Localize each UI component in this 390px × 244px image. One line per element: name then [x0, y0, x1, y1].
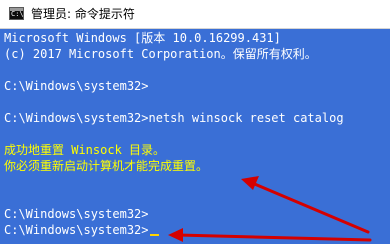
title-bar[interactable]: C:\ 管理员: 命令提示符	[0, 0, 390, 29]
cmd-icon: C:\	[9, 7, 24, 20]
console-line-success: 成功地重置 Winsock 目录。	[4, 143, 166, 157]
console-line-prompt: C:\Windows\system32>	[4, 207, 149, 221]
command-prompt-window: C:\ 管理员: 命令提示符 Microsoft Windows [版本 10.…	[0, 0, 390, 244]
console-line-copyright: (c) 2017 Microsoft Corporation。保留所有权利。	[4, 47, 317, 61]
console-output[interactable]: Microsoft Windows [版本 10.0.16299.431] (c…	[0, 29, 390, 244]
text-cursor	[149, 234, 159, 236]
console-line-prompt: C:\Windows\system32>	[4, 79, 149, 93]
console-line-active-prompt: C:\Windows\system32>	[4, 222, 159, 238]
console-line-restart-notice: 你必须重新启动计算机才能完成重置。	[4, 159, 209, 173]
cmd-icon-prompt: C:\	[11, 10, 24, 18]
console-line-version: Microsoft Windows [版本 10.0.16299.431]	[4, 31, 281, 45]
active-prompt-text: C:\Windows\system32>	[4, 223, 149, 237]
console-line-command: C:\Windows\system32>netsh winsock reset …	[4, 111, 344, 125]
window-title: 管理员: 命令提示符	[31, 7, 135, 21]
